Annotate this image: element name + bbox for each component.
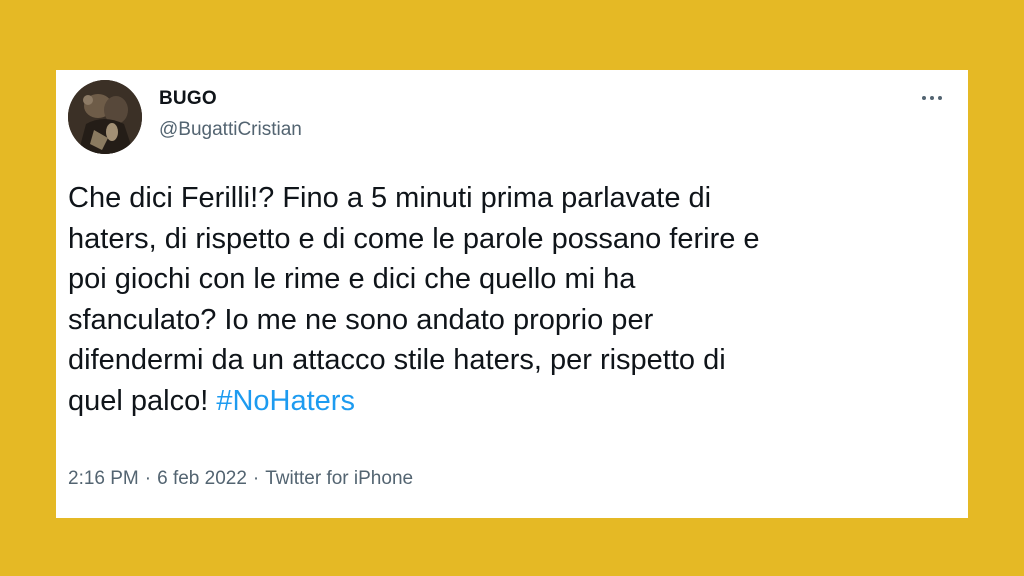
tweet-text-line: Che dici Ferilli!? Fino a 5 minuti prima… (68, 182, 712, 214)
tweet-time[interactable]: 2:16 PM (68, 468, 139, 489)
tweet-text: Che dici Ferilli!? Fino a 5 minuti prima… (68, 178, 928, 422)
user-handle[interactable]: @BugattiCristian (159, 119, 302, 141)
tweet-text-line: difendermi da un attacco stile haters, p… (68, 344, 726, 377)
tweet-metadata: 2:16 PM · 6 feb 2022 · Twitter for iPhone (68, 468, 413, 490)
tweet-text-line: poi giochi con le rime e dici che quello… (68, 263, 636, 296)
meta-separator: · (252, 468, 260, 489)
avatar[interactable] (68, 80, 142, 154)
tweet-source[interactable]: Twitter for iPhone (265, 468, 413, 489)
more-dot (930, 96, 934, 100)
tweet-date[interactable]: 6 feb 2022 (157, 468, 247, 489)
hashtag-link[interactable]: #NoHaters (216, 385, 355, 417)
tweet-card: BUGO @BugattiCristian Che dici Ferilli!?… (56, 70, 968, 518)
meta-separator: · (144, 468, 152, 489)
tweet-text-line: haters, di rispetto e di come le parole … (68, 222, 760, 255)
display-name[interactable]: BUGO (159, 88, 217, 110)
tweet-text-line: quel palco! (68, 384, 217, 417)
more-horizontal-icon (922, 96, 926, 100)
more-dot (938, 96, 942, 100)
more-options-button[interactable] (914, 84, 950, 112)
avatar-image (68, 80, 142, 154)
tweet-text-line: sfanculato? Io me ne sono andato proprio… (68, 303, 654, 336)
